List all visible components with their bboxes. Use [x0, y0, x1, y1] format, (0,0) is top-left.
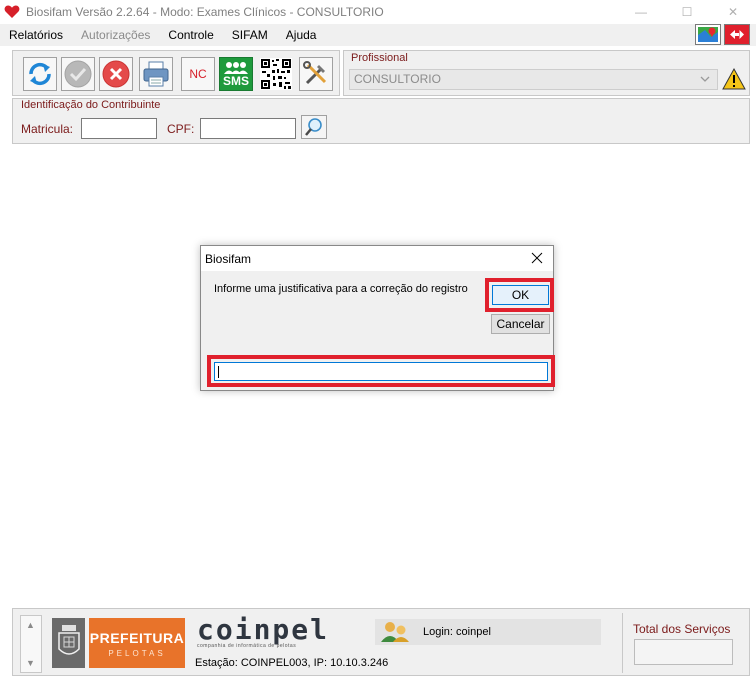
total-servicos-panel: Total dos Serviços	[622, 613, 748, 673]
warning-icon	[722, 67, 746, 90]
total-servicos-value	[634, 639, 733, 665]
window-controls: — ☐ ✕	[618, 0, 756, 24]
menu-bar: Relatórios Autorizações Controle SIFAM A…	[0, 24, 756, 46]
identificacao-legend: Identificação do Contribuinte	[21, 99, 161, 111]
cpf-input[interactable]	[200, 118, 296, 139]
tools-button[interactable]	[299, 57, 333, 91]
sms-label: SMS	[222, 73, 249, 88]
cancel-record-button[interactable]	[99, 57, 133, 91]
coinpel-logo: coinpel	[197, 613, 330, 646]
profissional-label: Profissional	[351, 52, 408, 64]
tools-icon	[303, 61, 327, 85]
toolbar: NC SMS	[12, 50, 340, 96]
prefeitura-title: PREFEITURA	[89, 630, 185, 646]
chevron-down-icon	[700, 76, 710, 82]
print-button[interactable]	[139, 57, 173, 91]
people-icon	[224, 61, 248, 74]
total-servicos-label: Total dos Serviços	[633, 622, 731, 636]
menu-icon-group	[695, 24, 750, 45]
menu-sifam[interactable]: SIFAM	[223, 24, 277, 46]
login-box: Login: coinpel	[375, 619, 601, 645]
close-window-button[interactable]: ✕	[710, 0, 756, 24]
dialog-title-bar: Biosifam	[201, 246, 553, 271]
map-pin-icon[interactable]	[695, 24, 721, 45]
nc-button[interactable]: NC	[181, 57, 215, 91]
refresh-icon	[29, 62, 51, 86]
title-bar: Biosifam Versão 2.2.64 - Modo: Exames Cl…	[0, 0, 756, 24]
coinpel-tagline: companhia de informática de pelotas	[197, 643, 297, 649]
ok-button[interactable]: OK	[492, 285, 549, 305]
sms-button[interactable]: SMS	[219, 57, 253, 91]
confirm-button[interactable]	[61, 57, 95, 91]
exit-icon[interactable]	[724, 24, 750, 45]
cancel-circle-icon	[102, 60, 130, 88]
crest-icon	[52, 618, 85, 668]
scroll-up-icon[interactable]: ▲	[26, 620, 35, 630]
maximize-button[interactable]: ☐	[664, 0, 710, 24]
footer-scrollbar[interactable]: ▲ ▼	[20, 615, 42, 673]
window-title: Biosifam Versão 2.2.64 - Modo: Exames Cl…	[26, 5, 384, 19]
cpf-label: CPF:	[167, 122, 195, 136]
check-circle-icon	[64, 60, 92, 88]
search-button[interactable]	[301, 115, 327, 139]
text-caret	[218, 366, 219, 378]
login-text: Login: coinpel	[423, 626, 491, 638]
printer-icon	[143, 61, 169, 87]
qr-code-icon	[260, 58, 292, 90]
menu-autorizacoes[interactable]: Autorizações	[72, 24, 159, 46]
menu-relatorios[interactable]: Relatórios	[0, 24, 72, 46]
matricula-input[interactable]	[81, 118, 157, 139]
prefeitura-logo: PREFEITURA PELOTAS	[89, 618, 185, 668]
refresh-button[interactable]	[23, 57, 57, 91]
dialog-title: Biosifam	[205, 252, 252, 266]
search-icon	[305, 118, 322, 136]
matricula-label: Matricula:	[21, 122, 74, 136]
app-window: Biosifam Versão 2.2.64 - Modo: Exames Cl…	[0, 0, 756, 680]
profissional-panel: Profissional CONSULTORIO	[343, 50, 750, 96]
cancel-button[interactable]: Cancelar	[491, 314, 550, 334]
heart-icon	[3, 3, 21, 21]
prefeitura-subtitle: PELOTAS	[108, 649, 166, 658]
users-icon	[381, 622, 409, 642]
justificativa-input[interactable]	[214, 362, 548, 381]
qr-code-button[interactable]	[259, 57, 293, 91]
dialog-prompt: Informe uma justificativa para a correçã…	[214, 283, 468, 295]
profissional-value: CONSULTORIO	[354, 72, 441, 86]
identificacao-panel: Identificação do Contribuinte Matricula:…	[12, 98, 750, 144]
minimize-button[interactable]: —	[618, 0, 664, 24]
estacao-text: Estação: COINPEL003, IP: 10.10.3.246	[195, 657, 389, 669]
ok-highlight: OK	[485, 278, 554, 312]
close-icon[interactable]	[529, 250, 545, 266]
menu-controle[interactable]: Controle	[159, 24, 222, 46]
profissional-select[interactable]: CONSULTORIO	[349, 69, 718, 90]
menu-ajuda[interactable]: Ajuda	[277, 24, 326, 46]
scroll-down-icon[interactable]: ▼	[26, 658, 35, 668]
status-footer: ▲ ▼ PREFEITURA PELOTAS coinpel companhia…	[12, 608, 750, 676]
input-highlight	[207, 355, 555, 387]
justificativa-dialog: Biosifam Informe uma justificativa para …	[200, 245, 555, 391]
